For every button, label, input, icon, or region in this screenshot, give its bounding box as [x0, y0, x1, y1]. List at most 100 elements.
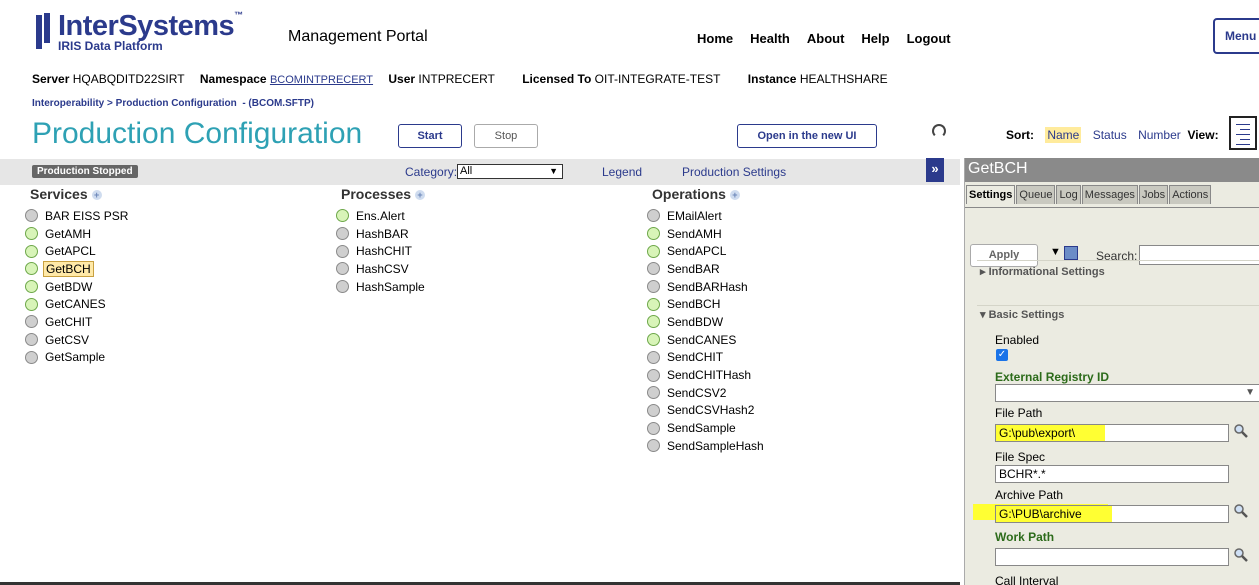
list-item[interactable]: SendCSVHash2	[647, 402, 766, 420]
list-item[interactable]: Ens.Alert	[336, 207, 427, 225]
tab-queue[interactable]: Queue	[1016, 185, 1056, 204]
sort-by-name[interactable]: Name	[1045, 127, 1082, 143]
status-dot-icon	[647, 333, 660, 347]
status-dot-icon	[647, 421, 660, 435]
nav-home-link[interactable]: Home	[697, 31, 733, 46]
list-item-label: GetCSV	[45, 332, 90, 347]
list-item[interactable]: SendBAR	[647, 260, 766, 278]
search-icon[interactable]	[1233, 423, 1249, 439]
tab-actions[interactable]: Actions	[1169, 185, 1212, 204]
search-icon[interactable]	[1233, 503, 1249, 519]
nav-logout-link[interactable]: Logout	[907, 31, 951, 46]
list-item[interactable]: EMailAlert	[647, 207, 766, 225]
legend-link[interactable]: Legend	[602, 165, 642, 179]
list-item[interactable]: GetCANES	[25, 295, 130, 313]
licensed-label: Licensed To	[522, 72, 592, 86]
add-operation-icon[interactable]: +	[729, 190, 740, 201]
open-new-ui-button[interactable]: Open in the new UI	[737, 124, 877, 148]
list-item[interactable]: SendCSV2	[647, 384, 766, 402]
list-item[interactable]: HashCHIT	[336, 242, 427, 260]
list-item[interactable]: SendBARHash	[647, 278, 766, 296]
list-item[interactable]: SendSample	[647, 419, 766, 437]
list-item-label: Ens.Alert	[356, 208, 405, 223]
list-item-label: GetAPCL	[45, 244, 96, 259]
status-dot-icon	[647, 315, 660, 329]
nav-help-link[interactable]: Help	[861, 31, 889, 46]
external-registry-select[interactable]: ▼	[995, 384, 1259, 402]
dropdown-triangle-icon[interactable]: ▼	[1050, 246, 1061, 258]
category-select[interactable]: All ▼	[457, 164, 563, 179]
nav-health-link[interactable]: Health	[750, 31, 790, 46]
list-item[interactable]: SendAPCL	[647, 242, 766, 260]
status-dot-icon	[336, 227, 349, 241]
start-button[interactable]: Start	[398, 124, 462, 148]
panel-tabs: Settings Queue Log Messages Jobs Actions	[966, 185, 1212, 204]
archive-path-input[interactable]: G:\PUB\archive	[995, 505, 1229, 523]
server-value: HQABQDITD22SIRT	[72, 72, 185, 86]
list-item-label: GetBDW	[45, 279, 93, 294]
sort-by-number[interactable]: Number	[1138, 128, 1181, 142]
user-value: INTPRECERT	[418, 72, 495, 86]
list-item[interactable]: GetSample	[25, 349, 130, 367]
user-label: User	[388, 72, 416, 86]
list-view-icon[interactable]	[1229, 116, 1257, 150]
enabled-checkbox[interactable]: ✓	[996, 349, 1008, 361]
nav-about-link[interactable]: About	[807, 31, 845, 46]
list-item[interactable]: BAR EISS PSR	[25, 207, 130, 225]
tab-jobs[interactable]: Jobs	[1138, 185, 1169, 204]
namespace-link[interactable]: BCOMINTPRECERT	[270, 74, 373, 86]
list-item[interactable]: GetCSV	[25, 331, 130, 349]
work-path-input[interactable]	[995, 548, 1229, 566]
status-dot-icon	[25, 297, 38, 311]
list-item[interactable]: GetAPCL	[25, 242, 130, 260]
production-settings-link[interactable]: Production Settings	[682, 165, 786, 179]
apply-button[interactable]: Apply	[970, 244, 1038, 267]
list-item[interactable]: HashSample	[336, 278, 427, 296]
basic-settings-toggle[interactable]: ▾ Basic Settings	[980, 308, 1064, 321]
add-service-icon[interactable]: +	[91, 190, 102, 201]
status-dot-icon	[25, 333, 38, 347]
file-path-input[interactable]: G:\pub\export\	[995, 424, 1229, 442]
tab-settings[interactable]: Settings	[966, 185, 1016, 204]
top-nav: Home Health About Help Logout	[697, 31, 951, 46]
list-item[interactable]: HashCSV	[336, 260, 427, 278]
stop-button[interactable]: Stop	[474, 124, 538, 148]
iris-data-platform-label: IRIS Data Platform	[58, 39, 163, 53]
tab-log[interactable]: Log	[1056, 185, 1081, 204]
breadcrumb-interoperability-link[interactable]: Interoperability	[32, 98, 104, 109]
list-item[interactable]: SendSampleHash	[647, 437, 766, 455]
list-item[interactable]: HashBAR	[336, 225, 427, 243]
menu-button[interactable]: Menu	[1213, 18, 1259, 54]
file-path-label: File Path	[995, 406, 1043, 420]
list-item[interactable]: GetAMH	[25, 225, 130, 243]
expand-all-icon[interactable]	[1064, 246, 1078, 260]
list-item-label: SendSample	[667, 421, 736, 436]
status-dot-icon	[647, 262, 660, 276]
list-item-label: SendCSV2	[667, 385, 727, 400]
search-input[interactable]	[1139, 245, 1259, 265]
list-item[interactable]: SendAMH	[647, 225, 766, 243]
sort-by-status[interactable]: Status	[1093, 128, 1127, 142]
production-status-badge: Production Stopped	[32, 165, 138, 178]
breadcrumb-production-configuration-link[interactable]: Production Configuration	[116, 98, 237, 109]
refresh-icon[interactable]	[932, 124, 946, 138]
instance-value: HEALTHSHARE	[799, 72, 888, 86]
status-dot-icon	[336, 209, 349, 223]
list-item[interactable]: GetBDW	[25, 278, 130, 296]
file-spec-input[interactable]: BCHR*.*	[995, 465, 1229, 483]
status-dot-icon	[647, 209, 660, 223]
list-item-label: GetAMH	[45, 226, 92, 241]
list-item[interactable]: GetCHIT	[25, 313, 130, 331]
list-item[interactable]: SendBDW	[647, 313, 766, 331]
operations-header: Operations +	[652, 186, 740, 202]
expand-panel-button[interactable]: »	[926, 158, 944, 182]
tab-messages[interactable]: Messages	[1081, 185, 1138, 204]
add-process-icon[interactable]: +	[415, 190, 426, 201]
list-item[interactable]: SendBCH	[647, 295, 766, 313]
list-item[interactable]: GetBCH	[25, 260, 130, 278]
search-icon[interactable]	[1233, 547, 1249, 563]
list-item[interactable]: SendCHITHash	[647, 366, 766, 384]
informational-settings-toggle[interactable]: ▸ Informational Settings	[980, 265, 1105, 278]
list-item[interactable]: SendCHIT	[647, 349, 766, 367]
list-item[interactable]: SendCANES	[647, 331, 766, 349]
